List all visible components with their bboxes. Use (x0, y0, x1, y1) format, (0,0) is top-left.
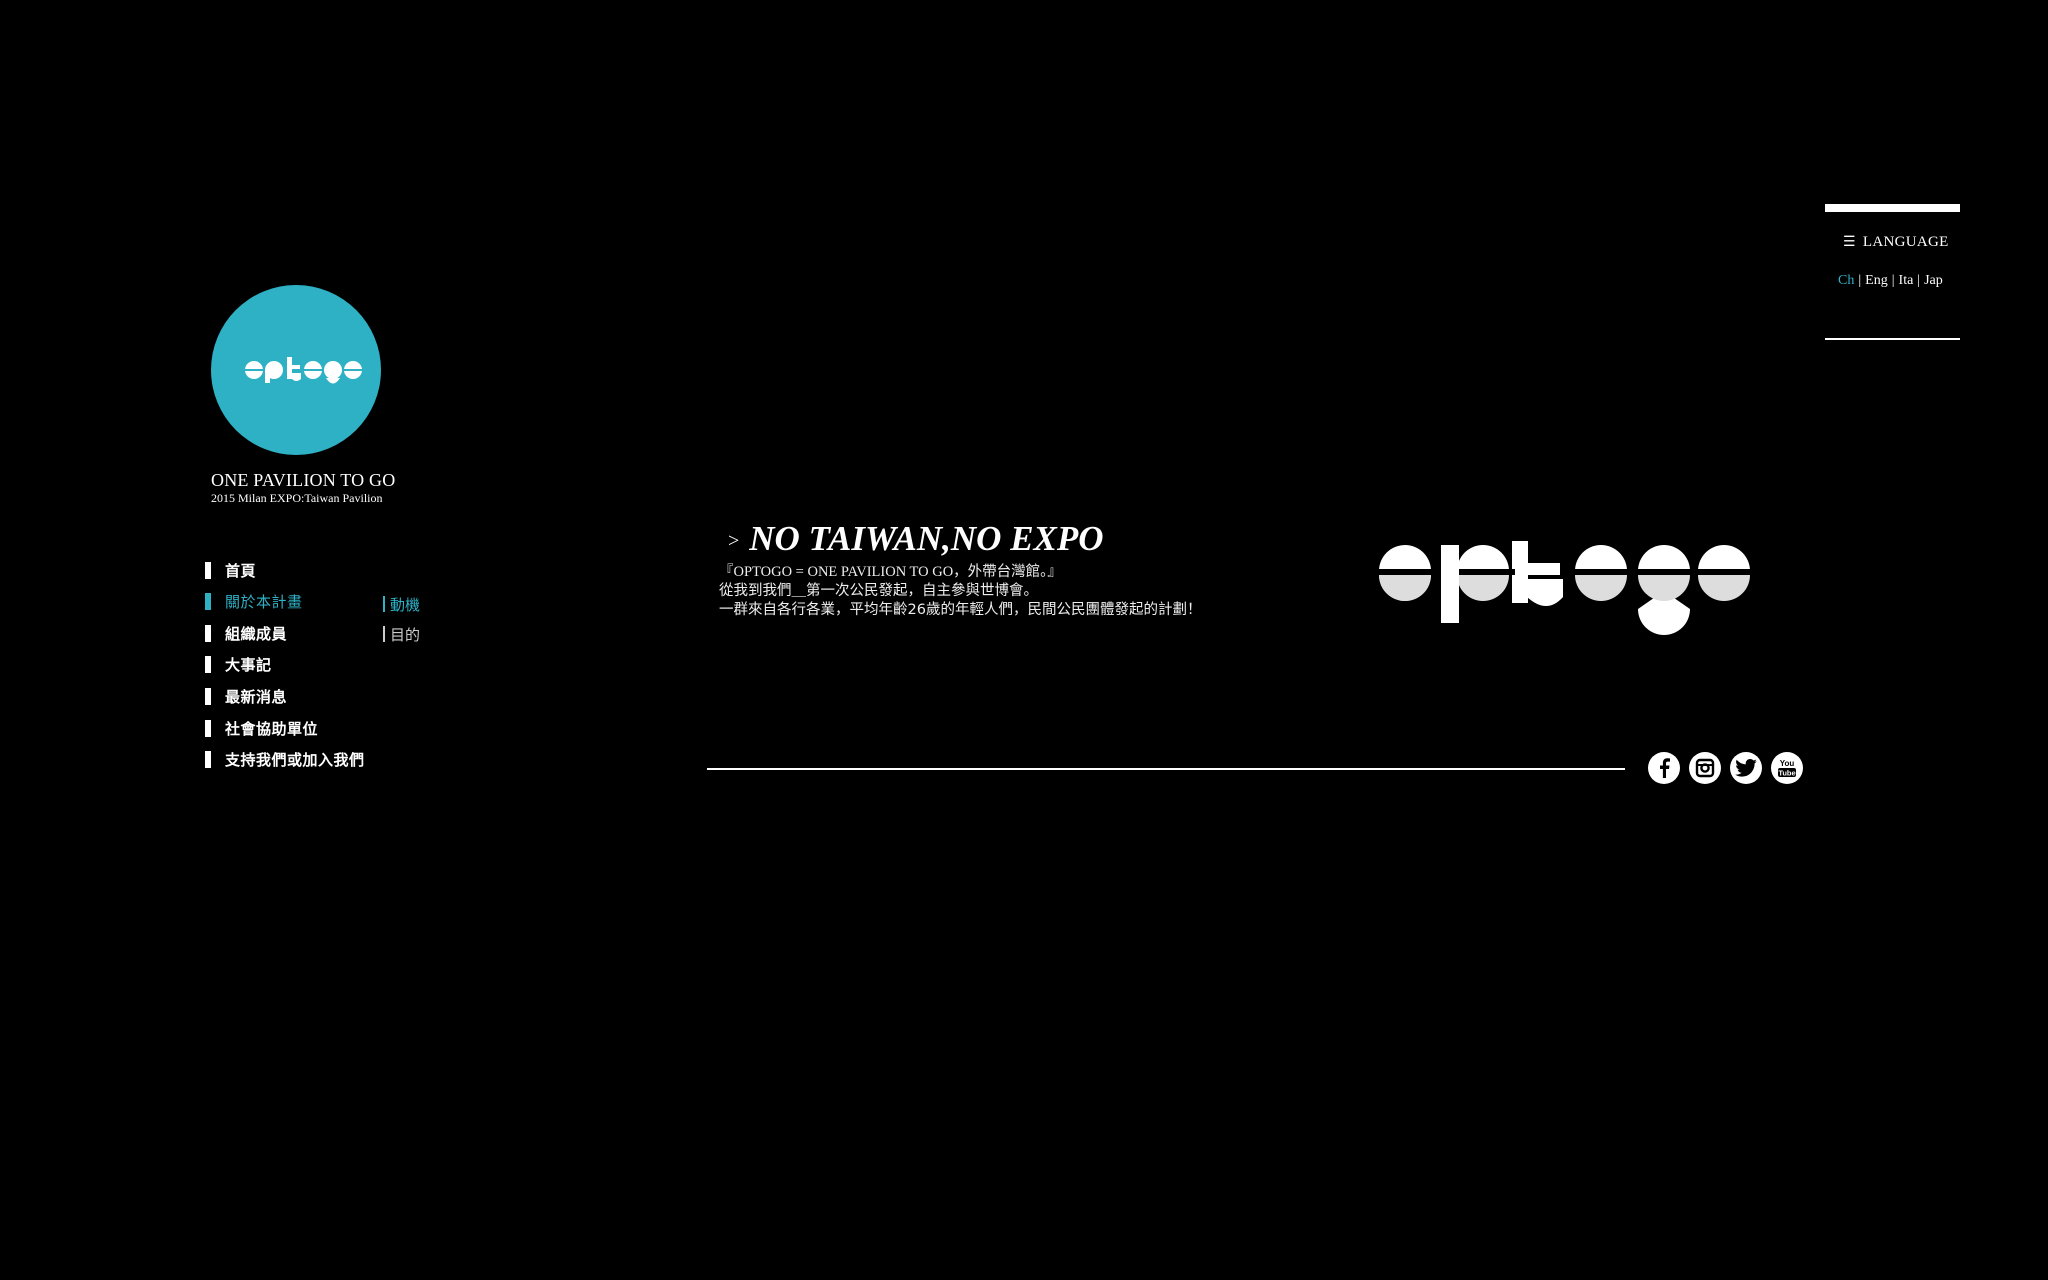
brand-title: ONE PAVILION TO GO (211, 470, 396, 490)
language-option-jap[interactable]: Jap (1924, 273, 1943, 288)
language-option-eng[interactable]: Eng (1865, 273, 1888, 288)
nav-marker (205, 624, 211, 642)
menu-icon: ☰ (1843, 235, 1856, 250)
language-option-ita[interactable]: Ita (1899, 273, 1914, 288)
language-title: LANGUAGE (1862, 234, 1949, 250)
nav-item-news[interactable]: 最新消息 (205, 685, 287, 707)
subnav-item-motivation[interactable]: 動機 (383, 594, 420, 614)
subnav-marker (383, 626, 385, 642)
language-panel-bottom-bar (1825, 338, 1960, 340)
nav-marker (205, 750, 211, 768)
nav-item-label: 支持我們或加入我們 (225, 750, 365, 769)
nav-item-partners[interactable]: 社會協助單位 (205, 717, 318, 739)
nav-item-label: 組織成員 (225, 624, 288, 643)
nav-item-label: 關於本計畫 (225, 592, 303, 611)
intro-line-3: 一群來自各行各業，平均年齡26歲的年輕人們，民間公民團體發起的計劃！ (719, 602, 1202, 618)
brand-logo-circle[interactable] (211, 285, 381, 455)
intro-line-1: 『OPTOGO = ONE PAVILION TO GO，外帶台灣館。』 (719, 564, 1062, 580)
brand-subtitle: 2015 Milan EXPO:Taiwan Pavilion (211, 491, 383, 505)
instagram-icon[interactable] (1689, 752, 1721, 784)
nav-item-label: 大事記 (225, 655, 272, 674)
language-options: Ch | Eng | Ita | Jap (1838, 273, 1943, 289)
svg-text:Tube: Tube (1778, 769, 1795, 778)
nav-item-about[interactable]: 關於本計畫 (205, 590, 303, 612)
language-option-ch[interactable]: Ch (1838, 273, 1854, 288)
intro-line-2: 從我到我們＿第一次公民發起，自主參與世博會。 (719, 583, 1038, 599)
nav-item-label: 首頁 (225, 561, 257, 580)
headline-arrow: > (728, 530, 740, 553)
nav-item-members[interactable]: 組織成員 (205, 622, 287, 644)
nav-marker (205, 655, 211, 673)
subnav-item-purpose[interactable]: 目的 (383, 624, 420, 644)
nav-item-label: 社會協助單位 (225, 719, 319, 738)
headline-text: NO TAIWAN,NO EXPO (749, 519, 1104, 558)
nav-item-label: 最新消息 (225, 687, 288, 706)
youtube-icon[interactable]: You Tube (1771, 752, 1803, 784)
nav-marker (205, 719, 211, 737)
language-separator: | (1891, 273, 1895, 288)
language-toggle[interactable]: ☰ LANGUAGE (1843, 234, 1949, 251)
subnav-marker (383, 596, 385, 612)
language-separator: | (1917, 273, 1921, 288)
nav-marker (205, 592, 211, 610)
nav-marker (205, 687, 211, 705)
nav-item-support[interactable]: 支持我們或加入我們 (205, 748, 365, 770)
svg-text:You: You (1780, 759, 1795, 768)
optogo-small-logo (245, 357, 362, 384)
nav-item-timeline[interactable]: 大事記 (205, 653, 272, 675)
subnav-item-label: 目的 (390, 625, 421, 644)
facebook-icon[interactable] (1648, 752, 1680, 784)
language-panel-top-bar (1825, 204, 1960, 212)
subnav-item-label: 動機 (390, 595, 421, 614)
headline: > NO TAIWAN,NO EXPO (728, 519, 1104, 559)
nav-marker (205, 561, 211, 579)
optogo-large-logo (1375, 541, 1754, 635)
content-divider (707, 768, 1625, 770)
twitter-icon[interactable] (1730, 752, 1762, 784)
language-separator: | (1858, 273, 1862, 288)
nav-item-home[interactable]: 首頁 (205, 559, 256, 581)
